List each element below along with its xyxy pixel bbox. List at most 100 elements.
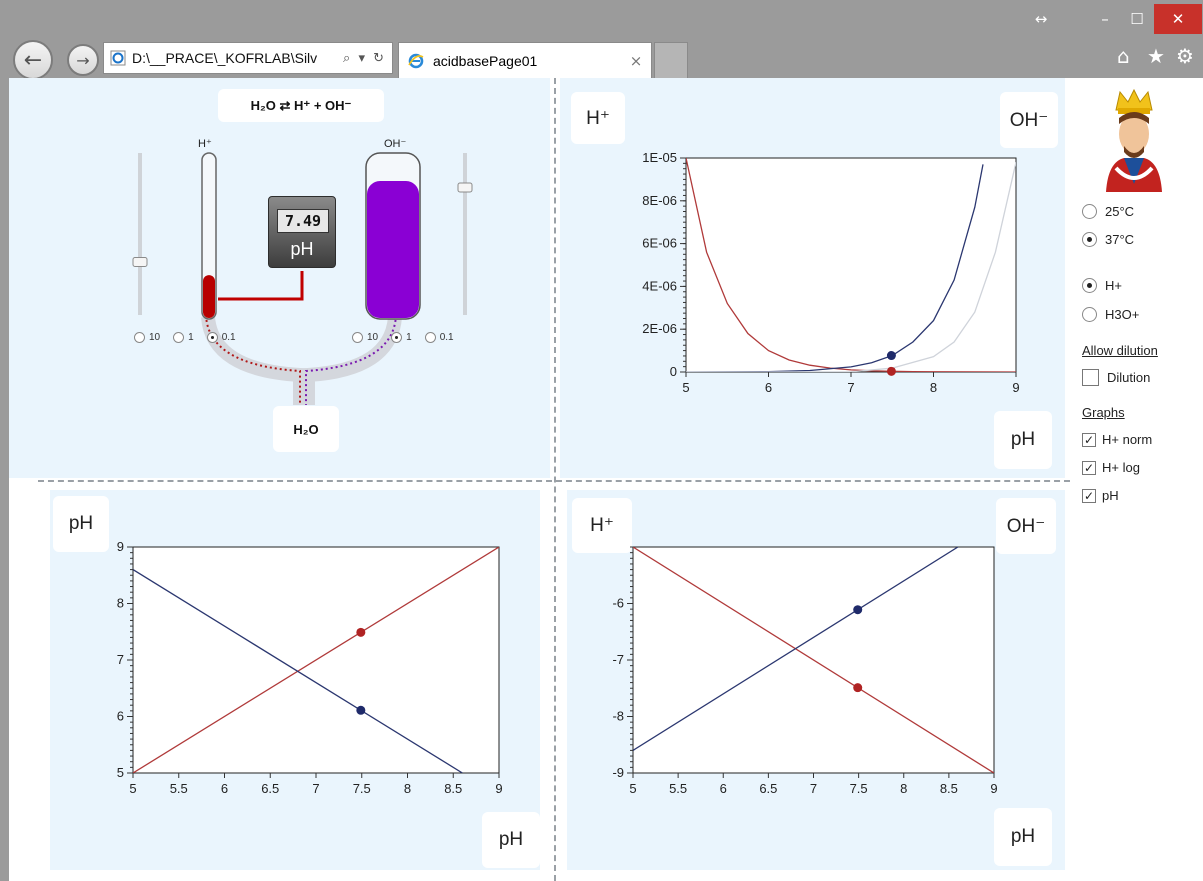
temp-25-option[interactable]: 25°C	[1082, 204, 1134, 219]
x-tick-label: 7	[810, 781, 817, 796]
new-tab-button[interactable]	[654, 42, 688, 78]
graph-h-log-label: H+ log	[1102, 460, 1140, 475]
y-tick-label: 6E-06	[642, 236, 677, 251]
acid-conc-10[interactable]: 10	[134, 332, 160, 343]
y-tick-label: 8	[117, 596, 124, 611]
acid-conc-10-radio[interactable]	[134, 332, 145, 343]
x-tick-label: 5.5	[170, 781, 188, 796]
x-tick-label: 8	[900, 781, 907, 796]
y-tick-label: 4E-06	[642, 278, 677, 293]
temp-25-label: 25°C	[1105, 204, 1135, 219]
base-slider-track[interactable]	[463, 153, 467, 315]
base-conc-1-radio[interactable]	[391, 332, 403, 343]
acid-conc-1-radio[interactable]	[173, 332, 185, 343]
graphs-heading: Graphs	[1082, 405, 1125, 420]
graph-ph-checkbox[interactable]: ✓	[1082, 488, 1096, 503]
y-tick-label: 2E-06	[642, 321, 677, 336]
close-window-button[interactable]: ✕	[1154, 4, 1202, 34]
y-tick-label: -6	[612, 596, 624, 611]
vertical-splitter[interactable]	[554, 78, 556, 881]
equation-label: H₂O ⇄ H⁺ + OH⁻	[218, 89, 384, 122]
acid-tube-label: H⁺	[198, 138, 212, 150]
forward-button[interactable]: →	[67, 44, 99, 76]
probe-wire	[218, 271, 304, 301]
forward-arrow-icon: →	[76, 50, 90, 70]
y-tick-label: 8E-06	[642, 193, 677, 208]
base-conc-0.1-radio[interactable]	[424, 332, 436, 343]
base-conc-1-label: 1	[406, 332, 412, 343]
x-tick-label: 7.5	[353, 781, 371, 796]
settings-gear-icon[interactable]: ⚙	[1176, 44, 1194, 68]
species-h3o-option[interactable]: H3O+	[1082, 307, 1139, 322]
x-tick-label: 8	[930, 380, 937, 395]
graph-h-log-checkbox[interactable]: ✓	[1082, 460, 1096, 475]
acid-liquid	[203, 275, 215, 318]
x-tick-label: 8.5	[940, 781, 958, 796]
graph-h-log-option[interactable]: ✓ H+ log	[1082, 460, 1140, 475]
base-concentration-radios: 10 1 0.1	[352, 332, 467, 343]
x-tick-label: 6.5	[759, 781, 777, 796]
y-tick-label: 5	[117, 765, 124, 780]
beaker-apparatus: H⁺ OH⁻	[132, 138, 473, 405]
ph-meter: 7.49 pH	[268, 196, 336, 268]
base-flow-dots	[305, 314, 397, 405]
species-h3o-radio[interactable]	[1082, 307, 1097, 322]
graph-ph-option[interactable]: ✓ pH	[1082, 488, 1119, 503]
acid-tubing	[201, 316, 307, 405]
ph-chart-x-label: pH	[482, 812, 540, 868]
y-tick-label: -9	[612, 765, 624, 780]
x-tick-label: 8	[404, 781, 411, 796]
home-icon[interactable]: ⌂	[1117, 44, 1130, 68]
base-conc-10[interactable]: 10	[352, 332, 378, 343]
current-ph-marker-1	[356, 705, 366, 715]
acid-slider-thumb[interactable]	[132, 257, 148, 268]
restore-icon[interactable]: ↔	[1028, 8, 1054, 30]
acid-conc-0.1-radio[interactable]	[206, 332, 218, 343]
back-button[interactable]: ←	[13, 40, 53, 80]
maximize-button[interactable]: ☐	[1124, 8, 1150, 30]
acid-conc-0.1[interactable]: 0.1	[206, 332, 236, 343]
x-tick-label: 6	[765, 380, 772, 395]
current-ph-marker-1	[886, 366, 896, 376]
graph-h-norm-checkbox[interactable]: ✓	[1082, 432, 1096, 447]
allow-dilution-heading: Allow dilution	[1082, 343, 1158, 358]
plot-area	[685, 157, 1017, 373]
base-conc-10-radio[interactable]	[352, 332, 363, 343]
conc-chart-ph-label: pH	[994, 411, 1052, 469]
tab-title: acidbasePage01	[433, 52, 538, 69]
favorites-star-icon[interactable]: ★	[1147, 44, 1165, 68]
acid-conc-1[interactable]: 1	[173, 332, 194, 343]
base-conc-0.1[interactable]: 0.1	[424, 332, 454, 343]
graph-h-norm-label: H+ norm	[1102, 432, 1153, 447]
acid-slider-track[interactable]	[138, 153, 142, 315]
dilution-checkbox[interactable]	[1082, 369, 1099, 386]
species-h3o-label: H3O+	[1105, 307, 1140, 322]
temp-37-option[interactable]: 37°C	[1082, 232, 1134, 247]
x-tick-label: 7	[312, 781, 319, 796]
x-tick-label: 9	[990, 781, 997, 796]
base-conc-1[interactable]: 1	[391, 332, 412, 343]
dilution-option[interactable]: Dilution	[1082, 369, 1150, 386]
tab-acidbase[interactable]: acidbasePage01 ×	[398, 42, 652, 78]
species-h-radio[interactable]	[1082, 278, 1097, 293]
base-slider-thumb[interactable]	[457, 182, 473, 193]
x-tick-label: 7.5	[850, 781, 868, 796]
temp-25-radio[interactable]	[1082, 204, 1097, 219]
address-text[interactable]: D:\__PRACE\_KOFRLAB\Silv	[132, 50, 343, 66]
graph-h-norm-option[interactable]: ✓ H+ norm	[1082, 432, 1152, 447]
temp-37-label: 37°C	[1105, 232, 1135, 247]
acid-conc-0.1-label: 0.1	[221, 332, 236, 343]
tab-close-icon[interactable]: ×	[621, 52, 651, 70]
base-tube-label: OH⁻	[384, 138, 407, 150]
temp-37-radio[interactable]	[1082, 232, 1097, 247]
x-tick-label: 7	[847, 380, 854, 395]
minimize-button[interactable]: –	[1092, 8, 1118, 30]
ie-page-icon	[110, 50, 126, 66]
water-label: H₂O	[273, 406, 339, 452]
search-refresh-icon[interactable]: ⌕ ▾ ↻	[343, 51, 392, 66]
conc-chart-oh-label: OH⁻	[1000, 92, 1058, 148]
current-ph-marker-0	[886, 351, 896, 361]
species-h-option[interactable]: H+	[1082, 278, 1122, 293]
y-tick-label: -8	[612, 709, 624, 724]
address-bar[interactable]: D:\__PRACE\_KOFRLAB\Silv ⌕ ▾ ↻	[103, 42, 393, 74]
